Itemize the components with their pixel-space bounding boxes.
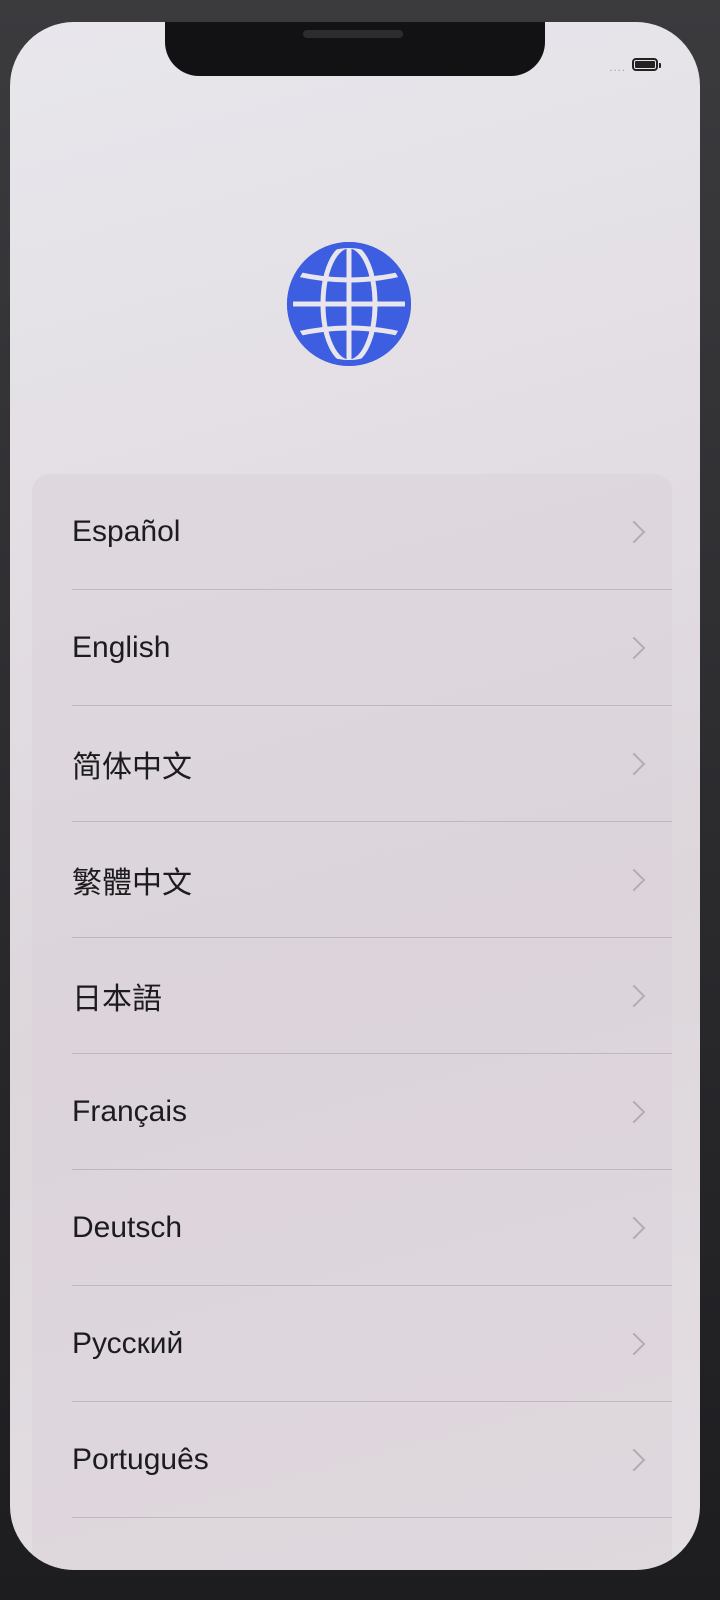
language-label: Español <box>72 515 181 548</box>
chevron-right-icon <box>622 1448 646 1472</box>
chevron-right-icon <box>622 1332 646 1356</box>
chevron-right-icon <box>622 984 646 1008</box>
language-row-traditional-chinese[interactable]: 繁體中文 <box>32 822 672 938</box>
speaker-grille <box>303 30 403 38</box>
language-list: Español English 简体中文 繁體中文 日本語 Français D… <box>32 474 672 1570</box>
battery-icon <box>632 58 661 71</box>
screen: ···· Español English 简体中文 繁體中文 日本語 Franç… <box>10 22 700 1570</box>
language-label: English <box>72 631 171 664</box>
language-label: Português <box>72 1443 209 1476</box>
chevron-right-icon <box>622 1100 646 1124</box>
notch <box>165 22 545 76</box>
chevron-right-icon <box>622 520 646 544</box>
signal-indicator: ···· <box>609 66 626 77</box>
chevron-right-icon <box>622 752 646 776</box>
language-row-japanese[interactable]: 日本語 <box>32 938 672 1054</box>
language-row-simplified-chinese[interactable]: 简体中文 <box>32 706 672 822</box>
chevron-right-icon <box>622 868 646 892</box>
language-label: Deutsch <box>72 1211 183 1244</box>
phone-frame: ···· Español English 简体中文 繁體中文 日本語 Franç… <box>0 0 720 1600</box>
language-label: 日本語 <box>72 983 162 1016</box>
language-row-french[interactable]: Français <box>32 1054 672 1170</box>
language-row-german[interactable]: Deutsch <box>32 1170 672 1286</box>
language-row-english[interactable]: English <box>32 590 672 706</box>
language-row-portuguese[interactable]: Português <box>32 1402 672 1518</box>
battery-level <box>635 61 655 68</box>
chevron-right-icon <box>622 636 646 660</box>
language-label: 繁體中文 <box>72 867 192 900</box>
language-label: 简体中文 <box>72 751 192 784</box>
language-label: Français <box>72 1095 188 1128</box>
globe-icon <box>279 234 419 374</box>
chevron-right-icon <box>622 1216 646 1240</box>
language-label: Русский <box>72 1327 184 1360</box>
language-row-espanol[interactable]: Español <box>32 474 672 590</box>
divider <box>72 1517 672 1518</box>
language-row-russian[interactable]: Русский <box>32 1286 672 1402</box>
